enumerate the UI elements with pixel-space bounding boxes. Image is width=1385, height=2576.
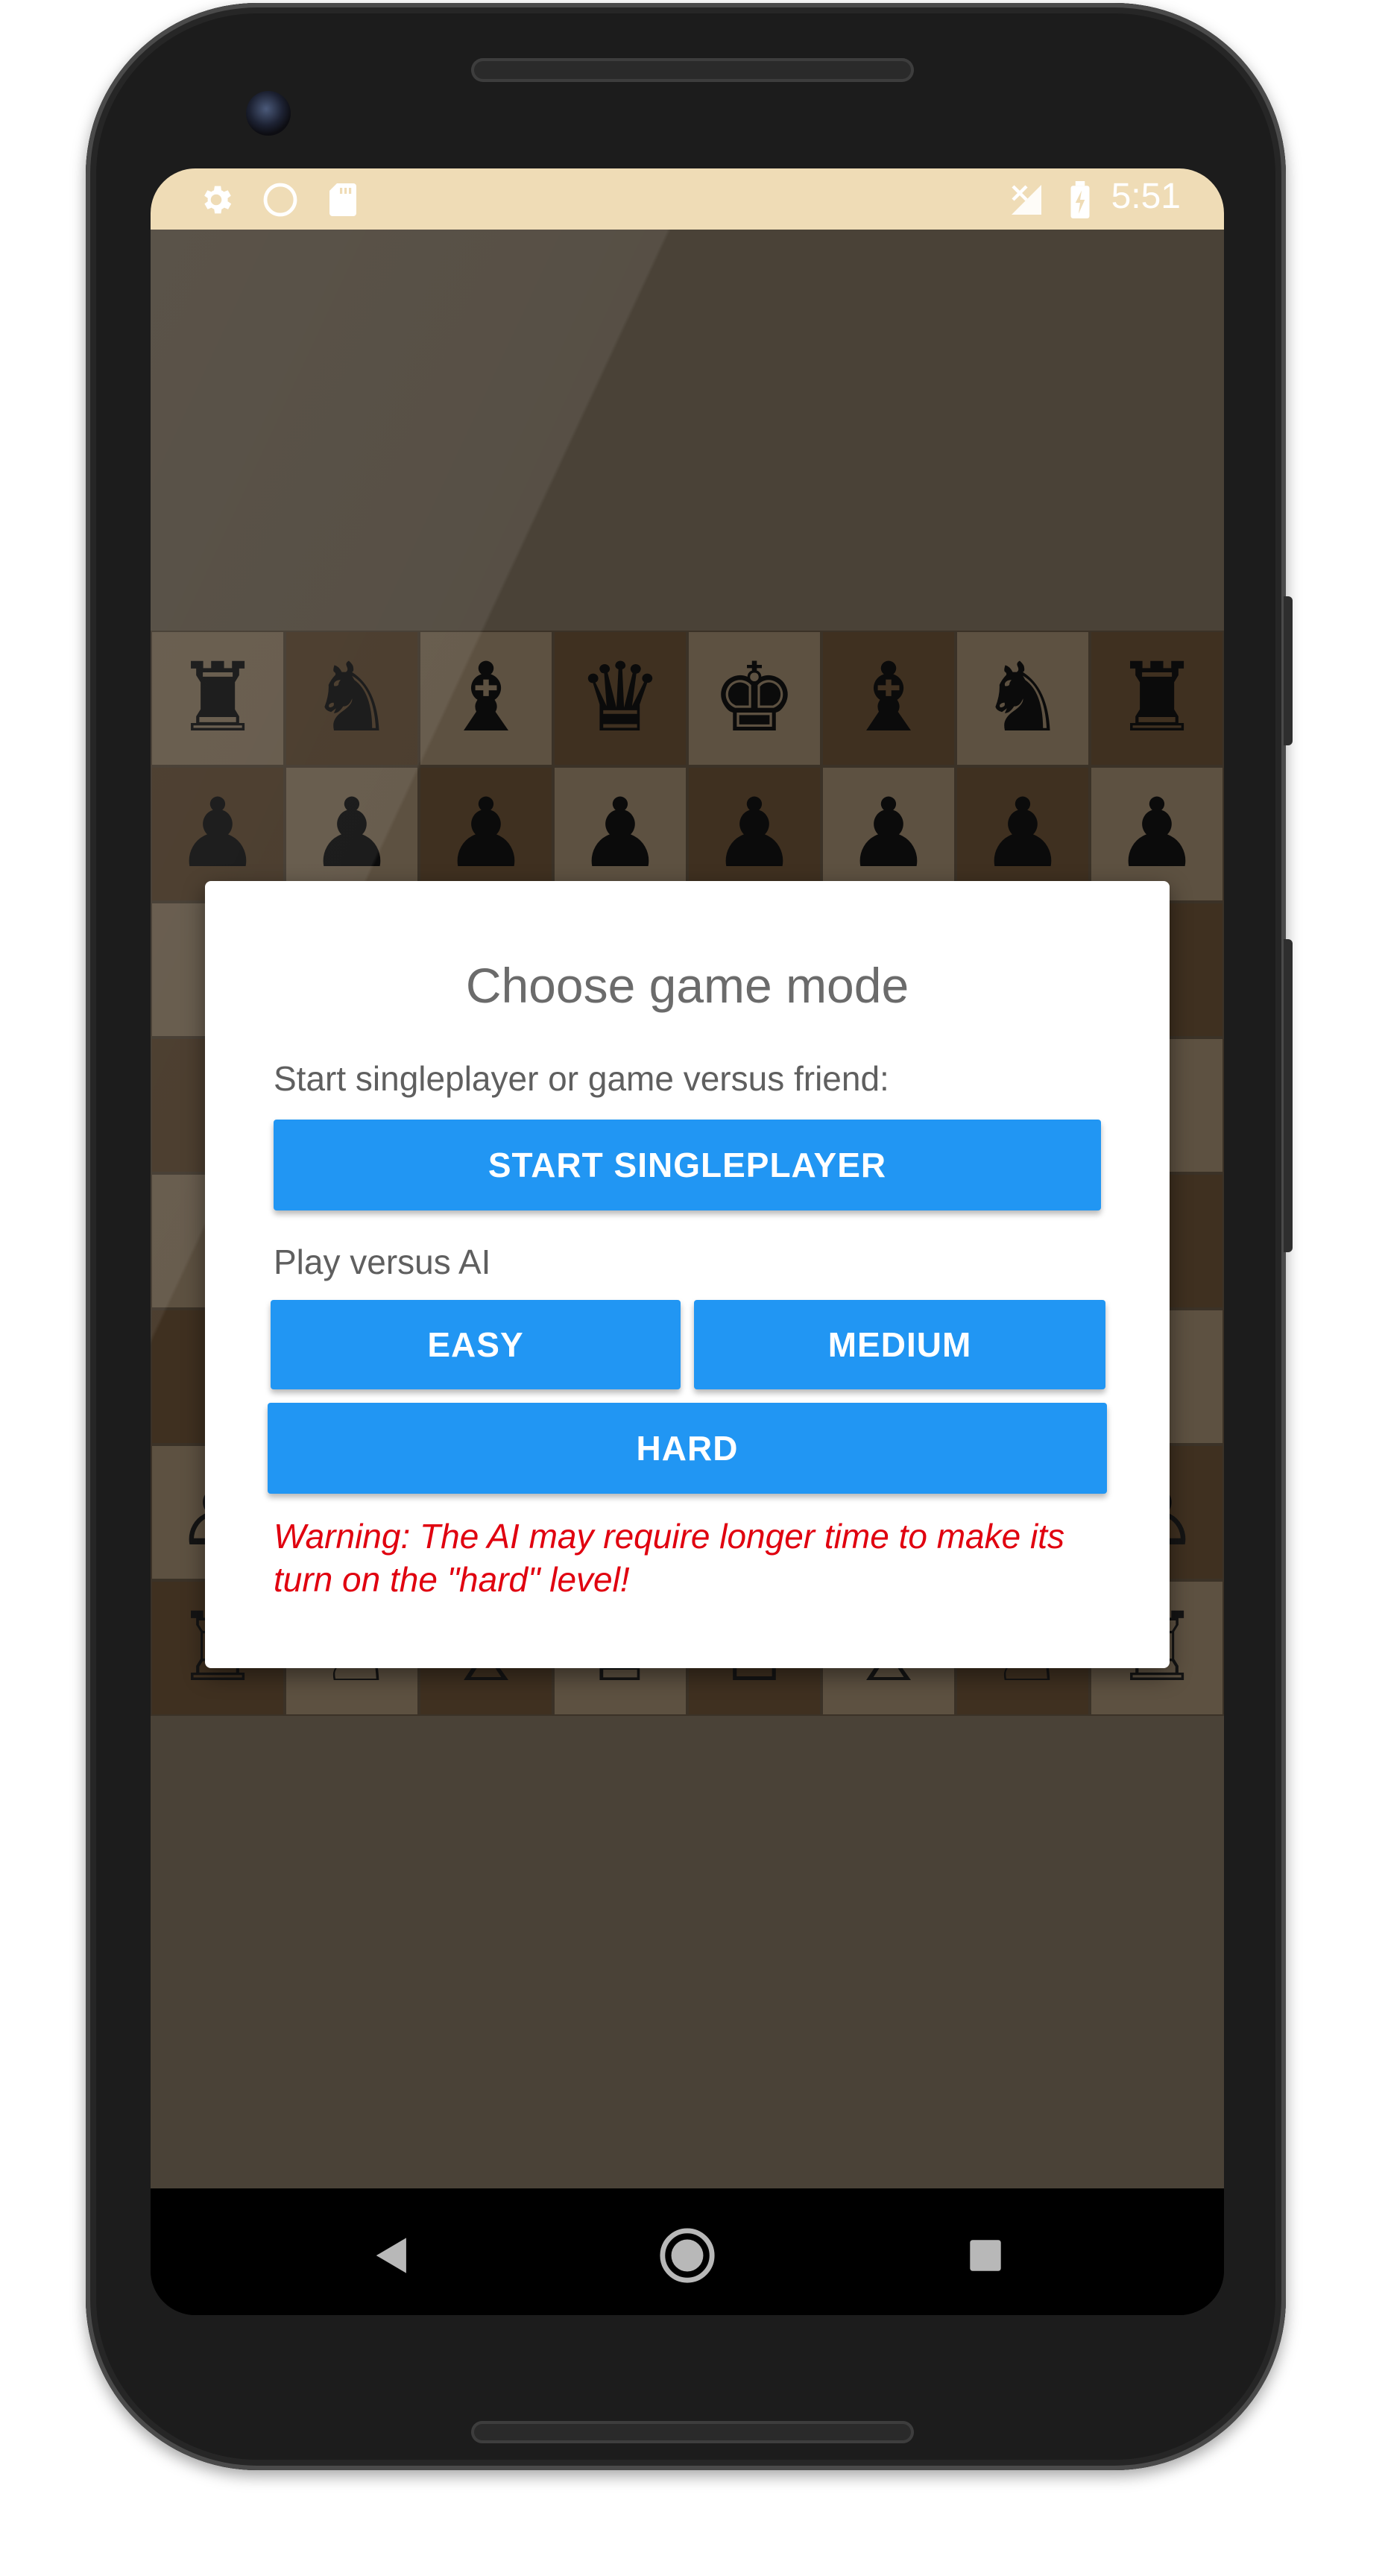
home-button[interactable] [650, 2218, 725, 2293]
hard-level-warning: Warning: The AI may require longer time … [274, 1515, 1123, 1601]
dialog-scrim: Choose game mode Start singleplayer or g… [151, 230, 1224, 2188]
gear-icon [197, 183, 236, 216]
home-icon [660, 2228, 715, 2283]
ai-prompt: Play versus AI [274, 1243, 491, 1281]
status-bar: 5:51 [151, 168, 1224, 230]
back-button[interactable] [355, 2218, 429, 2293]
top-speaker [471, 58, 914, 82]
circle-icon [261, 183, 300, 217]
start-singleplayer-button[interactable]: START SINGLEPLAYER [274, 1120, 1101, 1210]
easy-button[interactable]: EASY [271, 1300, 681, 1389]
front-camera [246, 91, 291, 136]
singleplayer-prompt: Start singleplayer or game versus friend… [274, 1059, 889, 1098]
screen: 5:51 ♜♞♝♛♚♝♞♜♟♟♟♟♟♟♟♟♙♙♙♙♙♙♙♙♖♘♗♕♔♗♘♖ Ch… [151, 168, 1224, 2315]
no-signal-icon [1008, 183, 1045, 216]
volume-button [1284, 939, 1293, 1252]
back-icon [376, 2238, 406, 2273]
recents-button[interactable] [948, 2218, 1023, 2293]
game-mode-dialog: Choose game mode Start singleplayer or g… [205, 881, 1170, 1668]
warning-line-2: turn on the "hard" level! [274, 1560, 630, 1599]
medium-button[interactable]: MEDIUM [694, 1300, 1105, 1389]
bottom-speaker [471, 2421, 914, 2443]
hard-button[interactable]: HARD [268, 1403, 1107, 1494]
navigation-bar [151, 2188, 1224, 2315]
chess-app: ♜♞♝♛♚♝♞♜♟♟♟♟♟♟♟♟♙♙♙♙♙♙♙♙♖♘♗♕♔♗♘♖ Choose … [151, 230, 1224, 2188]
recents-icon [970, 2240, 1001, 2271]
warning-line-1: Warning: The AI may require longer time … [274, 1517, 1064, 1556]
power-button [1284, 596, 1293, 745]
status-time: 5:51 [1111, 177, 1181, 216]
battery-charging-icon [1067, 181, 1093, 218]
dialog-title: Choose game mode [465, 958, 909, 1013]
sd-card-icon [326, 183, 359, 216]
